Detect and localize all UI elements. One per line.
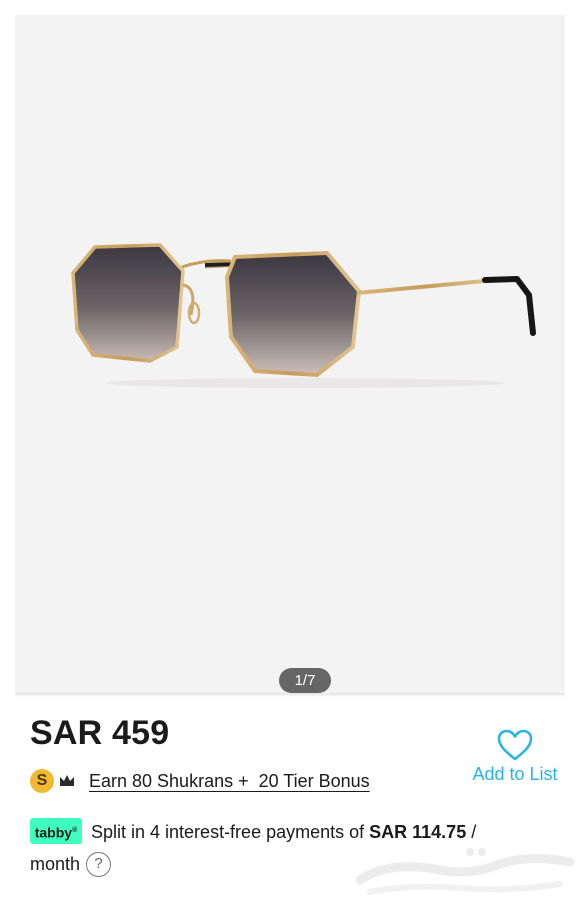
gallery-divider	[15, 693, 565, 697]
add-to-list-button[interactable]: Add to List	[465, 728, 565, 785]
earn-shukrans-link[interactable]: Earn 80 Shukrans + 20 Tier Bonus	[89, 771, 370, 792]
tabby-text-before: Split in 4 interest-free payments of	[91, 822, 370, 842]
heart-outline-icon	[497, 729, 533, 761]
question-mark-icon[interactable]: ?	[86, 851, 112, 877]
shukran-s-icon: S	[30, 769, 54, 793]
product-price: SAR 459	[30, 714, 170, 752]
add-to-list-label: Add to List	[472, 764, 558, 784]
shukran-rewards-row: S Earn 80 Shukrans + 20 Tier Bonus	[30, 767, 370, 795]
product-image-gallery[interactable]: 1/7	[15, 15, 565, 695]
watermark-logo	[355, 848, 575, 895]
crown-icon	[60, 775, 74, 786]
image-pager-indicator: 1/7	[279, 668, 331, 693]
tabby-logo: tabby®	[30, 818, 82, 845]
tabby-logo-text: tabby	[34, 824, 73, 841]
tabby-installment-amount: SAR 114.75	[369, 822, 467, 842]
sunglasses-product-image[interactable]	[55, 225, 545, 395]
